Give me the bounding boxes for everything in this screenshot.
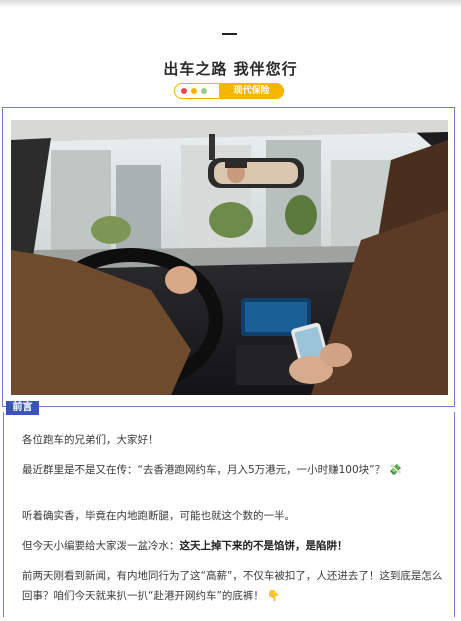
page-headline: 出车之路 我伴您行	[163, 60, 298, 78]
paragraph-warning-bold: 这天上掉下来的不是馅饼，是陷阱！	[179, 540, 348, 552]
paragraph-greeting: 各位跑车的兄弟们，大家好！	[22, 434, 159, 446]
paragraph-warning: 但今天小编要给大家泼一盆冷水：这天上掉下来的不是馅饼，是陷阱！	[22, 536, 450, 556]
top-shadow	[0, 0, 461, 8]
car-interior-photo	[11, 120, 448, 395]
green-dot-icon	[201, 88, 207, 94]
paragraph-tempting: 听着确实香，毕竟在内地跑断腿，可能也就这个数的一半。	[22, 510, 295, 522]
brand-tag: 现代保险	[174, 82, 284, 99]
paragraph-news-text: 前两天刚看到新闻，有内地同行为了这“高薪”，不仅车被扣了，人还进去了！这到底是怎…	[22, 570, 443, 602]
yellow-dot-icon	[191, 88, 197, 94]
paragraph-news: 前两天刚看到新闻，有内地同行为了这“高薪”，不仅车被扣了，人还进去了！这到底是怎…	[22, 566, 450, 606]
pointing-down-icon: 👇	[267, 590, 281, 602]
brand-tag-label: 现代保险	[219, 82, 284, 99]
article-body: 各位跑车的兄弟们，大家好！ 最近群里是不是又在传：“去香港跑网约车，月入5万港元…	[3, 412, 455, 617]
title-dash	[222, 33, 237, 35]
paragraph-rumor-text: 最近群里是不是又在传：“去香港跑网约车，月入5万港元，一小时赚100块”？	[22, 464, 386, 476]
money-icon: 💸	[388, 464, 402, 476]
paragraph-rumor: 最近群里是不是又在传：“去香港跑网约车，月入5万港元，一小时赚100块”？ 💸	[22, 460, 450, 480]
red-dot-icon	[181, 88, 187, 94]
paragraph-warning-text: 但今天小编要给大家泼一盆冷水：	[22, 540, 180, 552]
